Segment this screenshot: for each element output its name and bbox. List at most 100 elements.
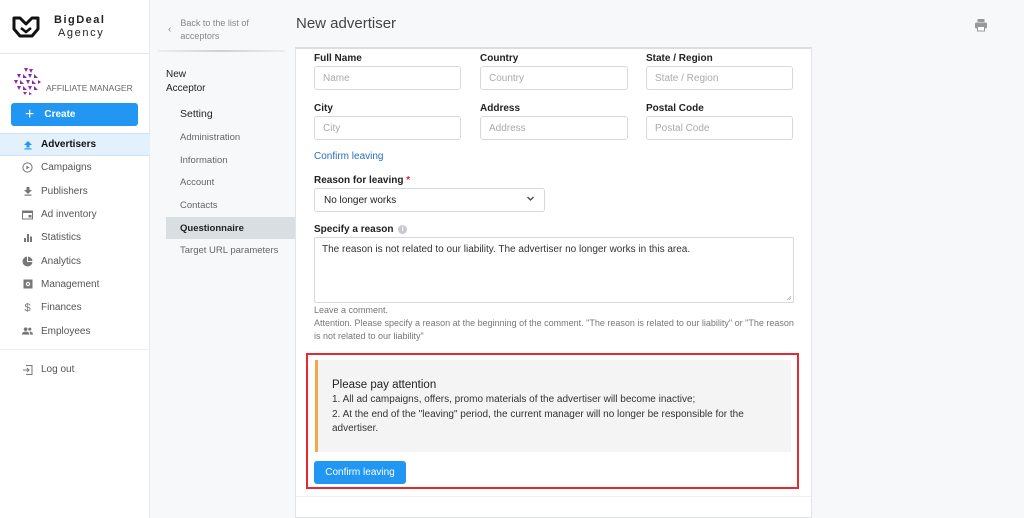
sidebar-item-label: Employees bbox=[41, 325, 91, 337]
sidebar-item-statistics[interactable]: Statistics bbox=[0, 226, 150, 249]
full-name-input[interactable] bbox=[314, 66, 461, 90]
back-label: Back to the list of acceptors bbox=[180, 17, 249, 50]
sidebar-item-label: Finances bbox=[41, 302, 82, 314]
help-text-attention: Attention. Please specify a reason at th… bbox=[314, 318, 794, 341]
sidebar-item-label: Advertisers bbox=[41, 139, 97, 151]
settings-box-icon bbox=[22, 279, 33, 290]
sidebar-item-label: Publishers bbox=[41, 185, 88, 197]
notice-line-1: 1. All ad campaigns, offers, promo mater… bbox=[332, 394, 696, 405]
back-label-line1: Back to the list of bbox=[180, 18, 249, 28]
subnav-item-label: Target URL parameters bbox=[180, 245, 279, 257]
settings-section-heading: Setting bbox=[180, 108, 213, 120]
sidebar-item-publishers[interactable]: Publishers bbox=[0, 180, 150, 203]
confirm-leaving-link[interactable]: Confirm leaving bbox=[314, 151, 383, 162]
subnav-item-label: Questionnaire bbox=[180, 222, 244, 234]
country-label: Country bbox=[480, 53, 519, 64]
notice-title: Please pay attention bbox=[332, 379, 437, 391]
sidebar-item-ad-inventory[interactable]: Ad inventory bbox=[0, 203, 150, 226]
specify-reason-label: Specify a reason i bbox=[314, 224, 408, 235]
chevron-down-icon bbox=[527, 196, 534, 201]
info-icon[interactable]: i bbox=[398, 224, 408, 234]
logout-button[interactable]: Log out bbox=[0, 358, 150, 381]
resize-grip-icon[interactable] bbox=[786, 295, 792, 301]
city-label: City bbox=[314, 103, 333, 114]
reason-label: Reason for leaving * bbox=[314, 175, 410, 186]
subnav-item-account[interactable]: Account bbox=[166, 171, 295, 194]
affiliate-logo-icon bbox=[14, 68, 41, 95]
nav-divider bbox=[0, 348, 150, 350]
confirm-leaving-button[interactable]: Confirm leaving bbox=[314, 461, 406, 484]
dollar-icon: $ bbox=[24, 301, 31, 314]
subnav-item-label: Contacts bbox=[180, 199, 218, 211]
subnav-item-label: Account bbox=[180, 177, 215, 189]
sidebar-item-campaigns[interactable]: Campaigns bbox=[0, 156, 150, 179]
main-nav: Advertisers Campaigns Publishers Ad inve… bbox=[0, 133, 150, 350]
main-sidebar: BigDeal Agency AFFILIATE MANAGER + Creat… bbox=[0, 0, 150, 518]
chevron-left-icon: ‹ bbox=[168, 24, 172, 35]
address-input[interactable] bbox=[480, 116, 628, 140]
back-label-line2: acceptors bbox=[180, 31, 220, 41]
create-label: Create bbox=[44, 109, 76, 120]
acceptor-title: New Acceptor bbox=[150, 52, 295, 96]
subnav-item-contacts[interactable]: Contacts bbox=[166, 194, 295, 217]
sidebar-item-analytics[interactable]: Analytics bbox=[0, 249, 150, 272]
reason-label-text: Reason for leaving bbox=[314, 175, 404, 186]
pie-chart-icon bbox=[22, 256, 33, 267]
brand-line1: BigDeal bbox=[54, 13, 106, 26]
upload-icon bbox=[22, 139, 33, 150]
brand-logo-icon bbox=[12, 16, 40, 37]
logout-icon bbox=[22, 364, 33, 375]
help-text-comment: Leave a comment. bbox=[314, 305, 389, 315]
page-title: New advertiser bbox=[296, 15, 397, 32]
printer-icon[interactable] bbox=[974, 18, 988, 32]
create-button[interactable]: + Create bbox=[11, 103, 138, 126]
sidebar-item-advertisers[interactable]: Advertisers bbox=[0, 133, 150, 157]
subnav-item-label: Administration bbox=[180, 131, 241, 143]
notice-line-2: 2. At the end of the "leaving" period, t… bbox=[332, 408, 744, 435]
play-circle-icon bbox=[22, 162, 33, 174]
bar-chart-icon bbox=[22, 232, 33, 243]
logout-label: Log out bbox=[41, 364, 75, 376]
brand-line2: Agency bbox=[58, 26, 105, 39]
full-name-label: Full Name bbox=[314, 53, 362, 64]
country-input[interactable] bbox=[480, 66, 628, 90]
state-input[interactable] bbox=[646, 66, 793, 90]
postal-code-label: Postal Code bbox=[646, 103, 704, 114]
state-label: State / Region bbox=[646, 53, 713, 64]
acceptor-title-line1: New bbox=[166, 69, 187, 80]
acceptor-title-line2: Acceptor bbox=[166, 83, 206, 94]
specify-reason-text: Specify a reason bbox=[314, 224, 394, 235]
reason-select-value: No longer works bbox=[324, 194, 397, 206]
sidebar-item-employees[interactable]: Employees bbox=[0, 319, 150, 342]
sidebar-item-label: Statistics bbox=[41, 232, 82, 244]
plus-icon: + bbox=[25, 105, 35, 123]
download-icon bbox=[22, 186, 33, 197]
attention-notice: Please pay attention 1. All ad campaigns… bbox=[315, 360, 791, 452]
brand-name: BigDeal Agency bbox=[54, 14, 105, 40]
subnav-item-label: Information bbox=[180, 154, 228, 166]
sidebar-item-label: Ad inventory bbox=[41, 209, 97, 221]
back-to-list-link[interactable]: ‹ Back to the list of acceptors bbox=[150, 0, 295, 50]
ad-box-icon bbox=[22, 209, 33, 220]
role-block: AFFILIATE MANAGER bbox=[0, 54, 149, 96]
logout-block: Log out bbox=[0, 358, 150, 381]
reason-select[interactable]: No longer works bbox=[314, 188, 545, 212]
sidebar-item-label: Analytics bbox=[41, 255, 82, 267]
people-icon bbox=[22, 326, 33, 337]
sidebar-item-label: Campaigns bbox=[41, 162, 92, 174]
subnav-item-information[interactable]: Information bbox=[166, 149, 295, 172]
subnav-item-target-url-parameters[interactable]: Target URL parameters bbox=[166, 239, 295, 262]
sub-sidebar: ‹ Back to the list of acceptors New Acce… bbox=[150, 0, 295, 518]
brand[interactable]: BigDeal Agency bbox=[0, 0, 149, 54]
role-label: AFFILIATE MANAGER bbox=[46, 83, 133, 93]
subnav-item-questionnaire[interactable]: Questionnaire bbox=[166, 216, 295, 240]
sidebar-item-finances[interactable]: $ Finances bbox=[0, 296, 150, 319]
specify-reason-textarea[interactable]: The reason is not related to our liabili… bbox=[314, 237, 794, 303]
sidebar-item-management[interactable]: Management bbox=[0, 273, 150, 296]
subnav-item-administration[interactable]: Administration bbox=[166, 126, 295, 149]
sidebar-item-label: Management bbox=[41, 278, 100, 290]
card-divider bbox=[296, 496, 811, 497]
city-input[interactable] bbox=[314, 116, 461, 140]
postal-code-input[interactable] bbox=[646, 116, 793, 140]
required-mark: * bbox=[406, 175, 411, 186]
